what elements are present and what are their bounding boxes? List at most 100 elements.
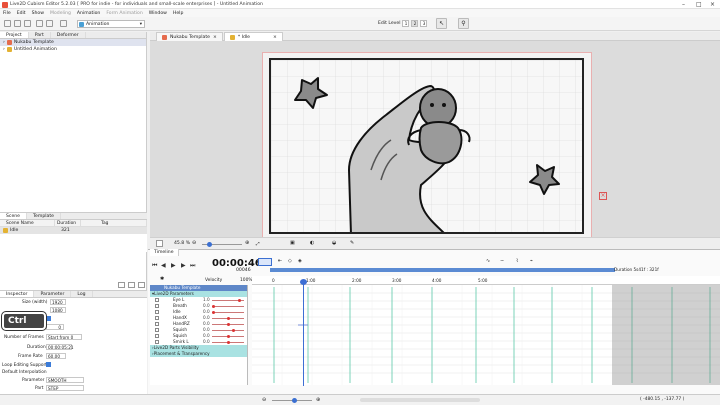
timeline-zoom-knob[interactable] [292,397,297,403]
close-marker-icon[interactable]: × [599,192,607,200]
menu-form-animation[interactable]: Form Animation [106,11,142,16]
minimize-icon[interactable]: – [682,1,685,8]
tab-parameter[interactable]: Parameter [34,291,72,297]
menu-show[interactable]: Show [32,11,44,16]
undo-icon[interactable] [36,20,43,27]
loop-checkbox[interactable] [46,362,51,367]
duration-bar[interactable] [270,268,615,272]
mode-select[interactable]: Animation ▾ [77,20,145,28]
edit-level-3[interactable]: 3 [420,20,428,27]
grid-icon[interactable] [60,20,67,27]
key-checkbox[interactable] [155,310,159,314]
tab-idle[interactable]: * Idle × [223,32,283,42]
curve-icon[interactable]: ∿ [486,258,490,264]
tab-log[interactable]: Log [71,291,93,297]
key-checkbox[interactable] [155,316,159,320]
curve-icon[interactable]: ⌁ [530,258,533,264]
part-interp-select[interactable]: STEP [46,385,84,391]
tree-item-animation[interactable]: › Untitled Animation [0,46,146,53]
param-slider-knob[interactable] [232,328,235,332]
size-height-field[interactable]: 1080 [50,307,66,313]
key-checkbox[interactable] [155,334,159,338]
key-checkbox[interactable] [155,328,159,332]
key-checkbox[interactable] [155,340,159,344]
param-slider-knob[interactable] [227,340,230,344]
menu-modeling[interactable]: Modeling [50,11,71,16]
start-frame-field[interactable]: 0 [46,324,64,330]
fit-icon[interactable]: ⤢ [256,241,260,247]
tab-project[interactable]: Project [0,32,29,38]
key-checkbox[interactable] [155,322,159,326]
horizontal-scrollbar[interactable] [360,398,480,402]
param-slider-knob[interactable] [238,298,241,302]
param-slider-knob[interactable] [212,304,215,308]
param-interp-select[interactable]: SMOOTH [46,377,84,383]
view-option-icon[interactable]: ◒ [332,240,336,246]
curve-icon[interactable]: ∽ [500,258,504,264]
playhead-handle[interactable] [300,279,307,285]
tab-deformer[interactable]: Deformer [51,32,86,38]
duration-field[interactable]: 00:00:05:21 [46,344,74,350]
lock-checkbox[interactable] [46,316,51,321]
skip-start-icon[interactable]: ⏮ [152,262,157,270]
curve-icon[interactable]: ⌇ [516,258,518,264]
param-slider-knob[interactable] [227,316,230,320]
tab-scene[interactable]: Scene [0,213,28,219]
menu-edit[interactable]: Edit [17,11,26,16]
key-icon[interactable]: ◈ [298,258,302,264]
menu-window[interactable]: Window [149,11,167,16]
arrow-tool-icon[interactable]: ↖ [436,18,447,29]
key-icon[interactable]: ◇ [288,258,292,264]
new-icon[interactable] [4,20,11,27]
track-group-placement[interactable]: › Placement & Transparency [150,351,247,357]
transform-tool-icon[interactable]: ⚲ [458,18,469,29]
save-icon[interactable] [24,20,31,27]
view-option-icon[interactable]: ▣ [290,240,295,246]
close-tab-icon[interactable]: × [213,33,217,42]
menu-file[interactable]: File [3,11,11,16]
menu-help[interactable]: Help [173,11,183,16]
close-icon[interactable]: × [710,1,715,8]
menu-animation[interactable]: Animation [77,11,100,16]
expand-icon[interactable]: › [3,39,5,46]
panel-icon[interactable] [118,282,125,288]
graph-mode-button[interactable] [258,258,272,266]
close-tab-icon[interactable]: × [273,33,277,42]
zoom-out-icon[interactable]: ⊖ [262,397,266,403]
param-slider[interactable] [212,305,244,307]
key-icon[interactable]: ⇤ [278,258,282,264]
maximize-icon[interactable]: □ [696,1,702,8]
skip-end-icon[interactable]: ⏭ [190,262,195,270]
param-slider[interactable] [212,311,244,313]
expand-icon[interactable]: › [3,46,5,53]
step-back-icon[interactable]: ◀ [161,262,166,269]
play-icon[interactable]: ▶ [171,262,176,269]
param-slider-knob[interactable] [227,322,230,326]
size-width-field[interactable]: 1920 [50,299,66,305]
panel-icon[interactable] [128,282,135,288]
edit-level-2[interactable]: 2 [411,20,419,27]
frames-select[interactable]: Start from 0 [46,334,82,340]
zoom-in-icon[interactable]: ⊕ [245,240,249,246]
tab-inspector[interactable]: Inspector [0,291,35,297]
key-checkbox[interactable] [155,298,159,302]
param-slider[interactable] [212,329,244,331]
velocity-value[interactable]: 100% [240,278,253,283]
color-swatch[interactable] [156,240,163,247]
zoom-slider-knob[interactable] [207,241,212,247]
table-row[interactable]: Idle 321 [0,227,147,234]
view-option-icon[interactable]: ◐ [310,240,314,246]
tree-item-template[interactable]: › Nukabu Template [0,39,146,46]
zoom-out-icon[interactable]: ⊖ [192,240,196,246]
tab-nukabu-template[interactable]: Nukabu Template × [156,32,223,41]
edit-level-1[interactable]: 1 [402,20,410,27]
redo-icon[interactable] [46,20,53,27]
panel-icon[interactable] [138,282,145,288]
param-slider-knob[interactable] [212,310,215,314]
step-forward-icon[interactable]: ▶ [181,262,186,269]
open-icon[interactable] [14,20,21,27]
time-ruler[interactable]: 0 1:00 2:00 3:00 4:00 5:00 [252,276,720,285]
tab-template[interactable]: Template [27,213,61,219]
playhead[interactable] [303,280,304,386]
zoom-in-icon[interactable]: ⊕ [316,397,320,403]
